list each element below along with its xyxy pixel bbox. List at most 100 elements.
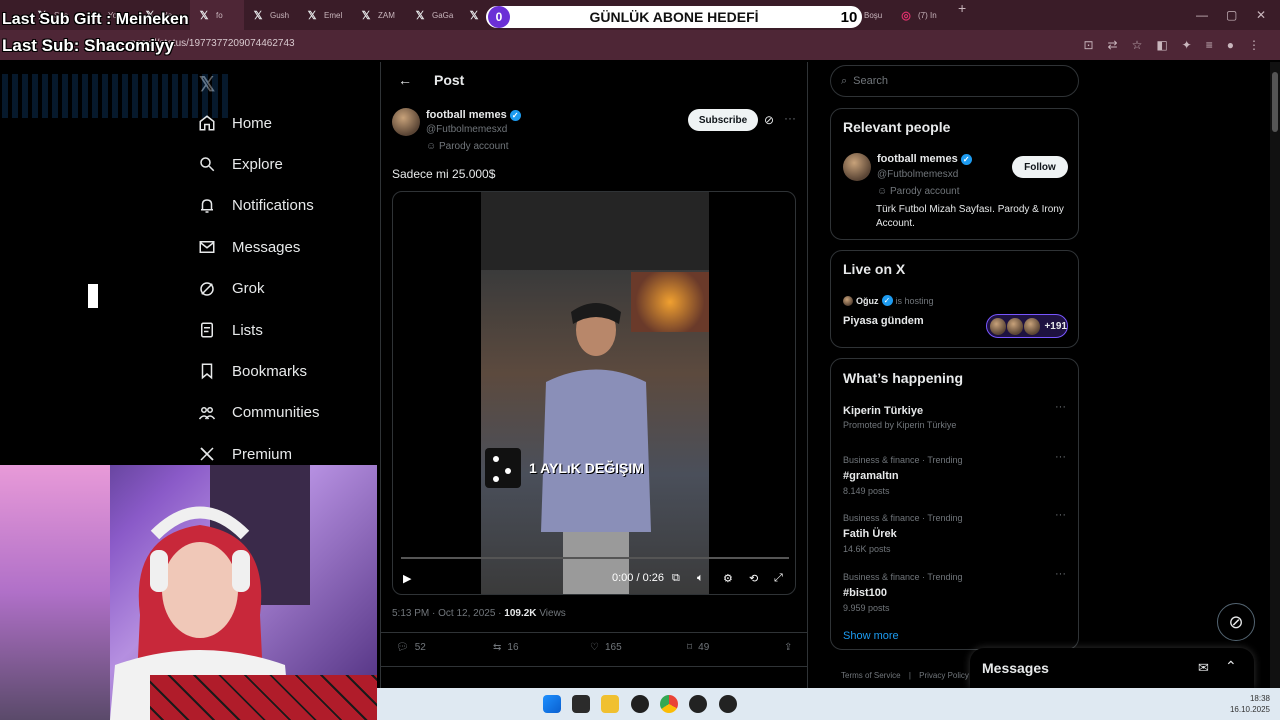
translate-icon[interactable]: ⇄ — [1108, 38, 1118, 52]
browser-tab[interactable]: 𝕏 Gush — [244, 0, 298, 30]
maximize-button[interactable]: ▢ — [1226, 8, 1237, 22]
repost-count: 16 — [507, 642, 519, 653]
subscribe-button[interactable]: Subscribe — [688, 109, 758, 131]
post-meta: 5:13 PM · Oct 12, 2025 · 109.2K Views — [392, 608, 566, 619]
new-tab-button[interactable]: + — [946, 0, 966, 30]
search-box[interactable]: ⌕ Search — [830, 65, 1079, 97]
search-input[interactable]: Search — [853, 75, 888, 87]
trend-name[interactable]: Fatih Ürek — [843, 528, 897, 540]
people-icon — [198, 406, 216, 420]
star-icon[interactable]: ☆ — [1132, 38, 1143, 52]
new-message-icon[interactable]: ✉ — [1198, 660, 1209, 676]
relevant-name[interactable]: football memes ✓ — [877, 153, 972, 165]
trend-name[interactable]: #gramaltın — [843, 470, 899, 482]
repost-button[interactable]: ⇆ 16 — [493, 642, 590, 653]
trend-name[interactable]: Kiperin Türkiye — [843, 405, 923, 417]
obs-icon[interactable] — [631, 695, 649, 713]
video-progress[interactable] — [401, 557, 789, 559]
follow-button[interactable]: Follow — [1012, 156, 1068, 178]
browser-tab[interactable]: 𝕏 ZAM — [352, 0, 406, 30]
tab-label: fo — [216, 10, 223, 20]
task-view-icon[interactable] — [572, 695, 590, 713]
trend-more-icon[interactable]: ··· — [1055, 509, 1066, 521]
chevron-up-icon[interactable]: ⌃ — [1225, 658, 1237, 675]
nav-label: Messages — [232, 238, 301, 256]
app-icon[interactable] — [719, 695, 737, 713]
live-host[interactable]: Oğuz ✓ is hosting — [843, 295, 934, 306]
file-explorer-icon[interactable] — [601, 695, 619, 713]
messages-drawer[interactable]: Messages ✉ ⌃ — [970, 648, 1254, 688]
grok-icon[interactable]: ⊘ — [764, 113, 774, 127]
share-button[interactable]: ⇪ — [784, 642, 804, 653]
menu-icon[interactable]: ≡ — [1206, 38, 1213, 52]
trend-category: Business & finance · Trending — [843, 455, 963, 465]
author-name[interactable]: football memes ✓ — [426, 109, 521, 121]
extension-icon[interactable]: ◧ — [1156, 38, 1167, 52]
heart-icon: ♡ — [590, 642, 599, 653]
fullscreen-icon[interactable]: ⤢ — [774, 572, 783, 585]
puzzle-icon[interactable]: ✦ — [1182, 38, 1192, 52]
settings-icon[interactable]: ⚙ — [723, 572, 733, 585]
author-avatar[interactable] — [392, 108, 420, 136]
profile-icon[interactable]: ● — [1227, 38, 1234, 52]
trend-name[interactable]: #bist100 — [843, 587, 887, 599]
browser-tab[interactable]: ◎ (7) In — [892, 0, 946, 30]
trend-category: Business & finance · Trending — [843, 572, 963, 582]
x-logo-icon: 𝕏 — [361, 9, 371, 22]
privacy-link[interactable]: Privacy Policy — [919, 671, 969, 680]
app-icon[interactable] — [689, 695, 707, 713]
nav-item-explore[interactable]: Explore — [198, 155, 283, 173]
close-window-button[interactable]: ✕ — [1256, 8, 1266, 22]
back-arrow-icon[interactable]: ← — [398, 72, 412, 88]
browser-tab[interactable]: 𝕏 Emel — [298, 0, 352, 30]
author-handle[interactable]: @Futbolmemesxd — [426, 124, 507, 135]
nav-item-lists[interactable]: Lists — [198, 321, 263, 339]
grok-float-button[interactable]: ⊘ — [1217, 603, 1255, 641]
relevant-avatar[interactable] — [843, 153, 871, 181]
trend-more-icon[interactable]: ··· — [1055, 451, 1066, 463]
like-button[interactable]: ♡ 165 — [590, 642, 687, 653]
nav-item-communities[interactable]: Communities — [198, 404, 320, 422]
show-more-link[interactable]: Show more — [843, 630, 899, 642]
nav-item-bookmarks[interactable]: Bookmarks — [198, 362, 307, 380]
mask-icon: ☺ — [877, 186, 888, 197]
nav-item-grok[interactable]: Grok — [198, 280, 265, 298]
trend-more-icon[interactable]: ··· — [1055, 568, 1066, 580]
hosting-label: is hosting — [895, 295, 934, 306]
nav-item-messages[interactable]: Messages — [198, 238, 300, 256]
listener-count: +191 — [1044, 320, 1067, 332]
start-icon[interactable] — [543, 695, 561, 713]
play-icon[interactable]: ▶ — [403, 572, 411, 585]
x-logo-icon: 𝕏 — [253, 9, 263, 22]
trend-more-icon[interactable]: ··· — [1055, 401, 1066, 413]
space-title[interactable]: Piyasa gündem — [843, 315, 924, 327]
browser-tab[interactable]: 𝕏 GaGa — [406, 0, 460, 30]
more-icon[interactable]: ⋮ — [1248, 38, 1260, 52]
reply-button[interactable]: 💬︎ 52 — [396, 642, 493, 653]
relevant-handle[interactable]: @Futbolmemesxd — [877, 169, 958, 180]
nav-item-premium[interactable]: Premium — [198, 445, 292, 463]
host-name: Oğuz — [856, 295, 879, 306]
relevant-parody-text: Parody account — [890, 186, 960, 197]
loop-icon[interactable]: ⟲ — [749, 572, 758, 585]
captions-icon[interactable]: ⧉ — [672, 572, 680, 585]
minimize-button[interactable]: — — [1196, 8, 1208, 22]
scrollbar-thumb[interactable] — [1272, 72, 1278, 132]
listeners-pill[interactable]: +191 — [986, 314, 1068, 338]
chrome-icon[interactable] — [660, 695, 678, 713]
home-icon — [199, 115, 215, 131]
install-icon[interactable]: ⊡ — [1083, 38, 1093, 52]
scrollbar[interactable] — [1270, 62, 1280, 688]
sub-goal-bar: 0 GÜNLÜK ABONE HEDEFİ 10 — [484, 4, 864, 30]
bookmark-button[interactable]: ⌑ 49 — [687, 642, 784, 653]
nav-item-notifications[interactable]: Notifications — [198, 197, 314, 215]
more-options-icon[interactable]: ··· — [784, 111, 796, 125]
trend-posts: Promoted by Kiperin Türkiye — [843, 420, 957, 430]
terms-link[interactable]: Terms of Service — [841, 671, 901, 680]
volume-icon[interactable]: 🔈︎ — [697, 572, 704, 585]
nav-item-home[interactable]: Home — [198, 114, 272, 132]
video-frame — [481, 192, 709, 594]
video-player[interactable]: 1 AYLıK DEĞIŞIM ▶ 0:00 / 0:26 ⧉ 🔈︎ ⚙ ⟲ ⤢ — [392, 191, 796, 595]
clock[interactable]: 18:38 16.10.2025 — [1230, 693, 1270, 715]
browser-tab[interactable]: 𝕏fo — [190, 0, 244, 30]
